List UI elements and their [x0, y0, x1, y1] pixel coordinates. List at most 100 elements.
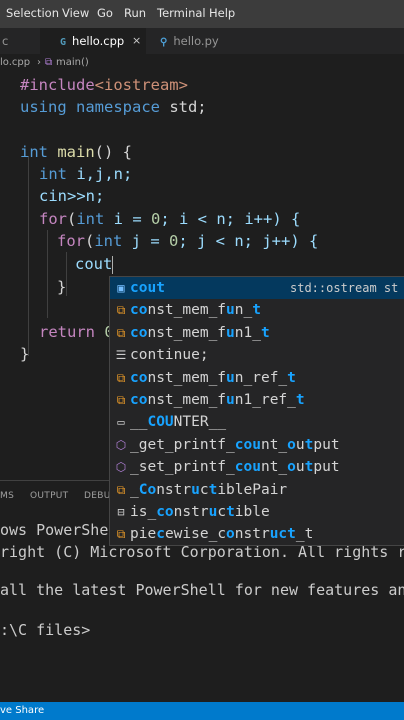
- tab-hello-cpp[interactable]: Ghello.cpp ×: [40, 28, 146, 54]
- macro-icon: ▭: [117, 415, 125, 430]
- menu-selection[interactable]: Selection: [6, 6, 59, 20]
- menu-bar: Selection View Go Run Terminal Help: [0, 0, 404, 28]
- terminal-prompt[interactable]: :\C files>: [0, 621, 90, 639]
- breadcrumb-file[interactable]: lo.cpp: [0, 57, 30, 68]
- code-token: cout: [75, 255, 113, 273]
- tab-label: c: [2, 34, 9, 48]
- autocomplete-label: piecewise_construct_t: [130, 526, 314, 543]
- code-line: #include<iostream>: [20, 74, 188, 96]
- autocomplete-label: _set_printf_count_output: [130, 459, 340, 476]
- terminal-line: ows PowerShell: [0, 521, 127, 539]
- cpp-file-icon: G: [60, 37, 67, 48]
- autocomplete-item[interactable]: ⊟ is_constructible: [110, 501, 404, 523]
- code-line: for(int i = 0; i < n; i++) {: [39, 208, 300, 230]
- code-line: int i,j,n;: [39, 163, 132, 185]
- menu-go[interactable]: Go: [97, 6, 113, 20]
- text-cursor: [112, 255, 114, 274]
- indent-guide: [28, 156, 29, 356]
- tab-output[interactable]: OUTPUT: [30, 491, 68, 501]
- code-token: #include: [20, 76, 95, 94]
- autocomplete-label: _ConstructiblePair: [130, 481, 288, 498]
- autocomplete-item[interactable]: ⧉ const_mem_fun_ref_t: [110, 367, 404, 389]
- autocomplete-label: cout: [130, 280, 165, 296]
- code-token: (: [67, 210, 77, 228]
- code-token: 0: [169, 232, 179, 250]
- editor-tab-bar: c Ghello.cpp × ⚲ hello.py: [0, 28, 404, 54]
- code-token: int: [94, 232, 123, 250]
- python-file-icon: ⚲: [160, 37, 168, 48]
- struct-icon: ⧉: [116, 527, 126, 542]
- live-share-button[interactable]: ve Share: [0, 702, 44, 720]
- code-token: for: [39, 210, 67, 228]
- code-line: for(int j = 0; j < n; j++) {: [57, 230, 318, 252]
- code-token: i,j,n;: [67, 165, 133, 183]
- struct-icon: ⧉: [116, 325, 126, 340]
- autocomplete-label: continue;: [130, 347, 209, 364]
- menu-run[interactable]: Run: [124, 6, 146, 20]
- autocomplete-label: const_mem_fun1_t: [130, 324, 270, 341]
- autocomplete-item[interactable]: ⧉ piecewise_construct_t: [110, 523, 404, 545]
- autocomplete-label: is_constructible: [130, 504, 270, 520]
- code-token: j =: [122, 232, 170, 250]
- tab-label: hello.py: [173, 34, 219, 48]
- code-token: ; i < n; i++) {: [160, 210, 301, 228]
- autocomplete-item[interactable]: ⧉ const_mem_fun1_t: [110, 322, 404, 344]
- tab-c[interactable]: c: [0, 28, 42, 54]
- autocomplete-item[interactable]: ▣ cout std::ostream st: [110, 277, 404, 300]
- code-token: }: [57, 278, 67, 296]
- terminal-line: all the latest PowerShell for new featur…: [0, 581, 404, 599]
- template-icon: ⊟: [117, 505, 125, 519]
- code-token: int: [76, 210, 105, 228]
- autocomplete-item[interactable]: ⬡ _get_printf_count_output: [110, 434, 404, 456]
- code-token: main: [57, 143, 95, 161]
- menu-terminal[interactable]: Terminal: [157, 6, 206, 20]
- code-token: ; j < n; j++) {: [178, 232, 319, 250]
- autocomplete-item[interactable]: ⧉ const_mem_fun1_ref_t: [110, 389, 404, 411]
- autocomplete-item[interactable]: ⬡ _set_printf_count_output: [110, 456, 404, 478]
- autocomplete-item[interactable]: ☰ continue;: [110, 344, 404, 366]
- autocomplete-item[interactable]: ⧉ const_mem_fun_t: [110, 299, 404, 321]
- chevron-right-icon: ›: [37, 57, 41, 68]
- autocomplete-popup: ▣ cout std::ostream st ⧉ const_mem_fun_t ⧉ con…: [109, 276, 404, 546]
- code-token: return: [39, 323, 95, 341]
- menu-view[interactable]: View: [62, 6, 89, 20]
- autocomplete-label: const_mem_fun_t: [130, 302, 261, 319]
- code-line: using namespace std;: [20, 96, 207, 118]
- code-token: cin>>n;: [39, 187, 105, 205]
- struct-icon: ⧉: [116, 393, 126, 407]
- code-token: int: [39, 165, 67, 183]
- variable-icon: ▣: [117, 281, 125, 295]
- method-icon: ⬡: [115, 460, 127, 475]
- autocomplete-label: _get_printf_count_output: [130, 436, 340, 453]
- cube-icon: ⧉: [45, 57, 53, 68]
- code-token: <iostream>: [94, 76, 188, 94]
- tab-problems[interactable]: MS: [0, 491, 14, 501]
- code-token: using namespace: [20, 98, 160, 116]
- autocomplete-label: const_mem_fun_ref_t: [130, 369, 296, 386]
- code-token: (: [85, 232, 95, 250]
- code-token: 0: [151, 210, 161, 228]
- code-line: cout: [75, 253, 114, 275]
- code-token: () {: [94, 143, 132, 161]
- code-token: i =: [104, 210, 152, 228]
- status-bar: ve Share: [0, 702, 404, 720]
- autocomplete-item[interactable]: ⧉ _ConstructiblePair: [110, 479, 404, 501]
- close-icon[interactable]: ×: [132, 28, 141, 54]
- tab-hello-py[interactable]: ⚲ hello.py: [152, 28, 252, 54]
- autocomplete-item[interactable]: ▭ __COUNTER__: [110, 411, 404, 433]
- autocomplete-label: __COUNTER__: [130, 414, 227, 431]
- menu-help[interactable]: Help: [209, 6, 235, 20]
- struct-icon: ⧉: [116, 303, 126, 318]
- autocomplete-detail: std::ostream st: [290, 281, 399, 295]
- tab-label: hello.cpp: [72, 34, 125, 48]
- code-token: std;: [159, 98, 207, 116]
- breadcrumb-symbol[interactable]: main(): [56, 57, 89, 68]
- indent-guide: [47, 230, 48, 318]
- struct-icon: ⧉: [116, 482, 126, 497]
- code-token: }: [20, 345, 30, 363]
- method-icon: ⬡: [115, 437, 127, 452]
- code-line: return 0: [39, 321, 114, 343]
- code-line: int main() {: [20, 141, 132, 163]
- code-token: int: [20, 143, 48, 161]
- snippet-icon: ☰: [115, 348, 127, 363]
